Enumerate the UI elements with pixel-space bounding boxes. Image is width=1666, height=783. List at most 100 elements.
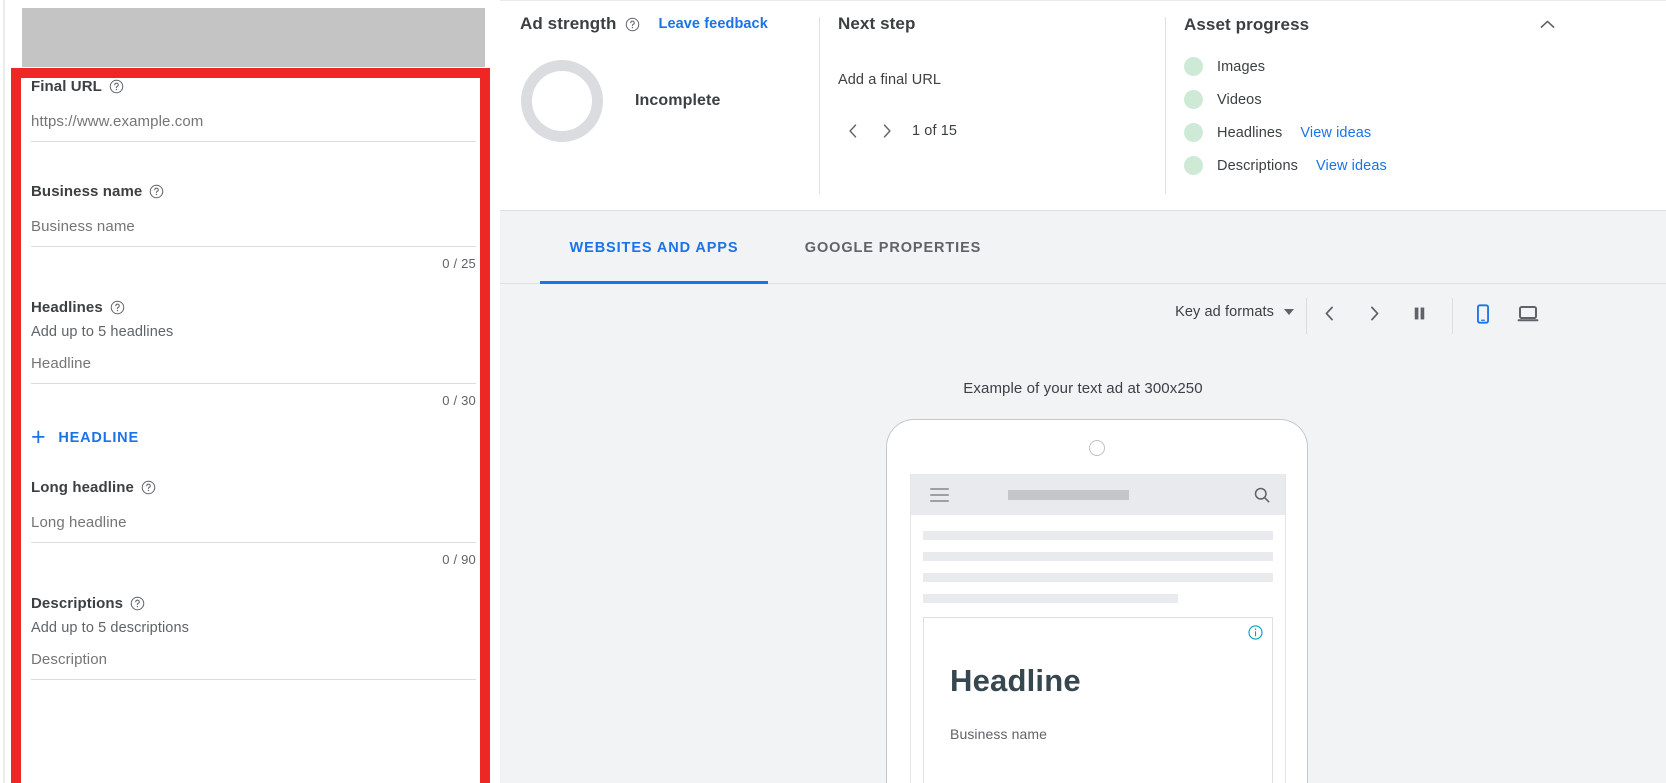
asset-item-label: Headlines xyxy=(1217,124,1283,141)
panel-left-rail xyxy=(3,0,5,783)
tab-websites-and-apps[interactable]: WEBSITES AND APPS xyxy=(540,211,768,284)
asset-item-videos: Videos xyxy=(1184,90,1634,109)
preview-next-button[interactable] xyxy=(1353,295,1395,337)
tab-label: WEBSITES AND APPS xyxy=(569,239,739,256)
business-name-label-text: Business name xyxy=(31,183,143,200)
ad-creative-card: Headline Business name xyxy=(923,617,1273,783)
long-headline-counter: 0 / 90 xyxy=(442,552,476,567)
skeleton-line xyxy=(923,594,1178,603)
toolbar-divider-1 xyxy=(1306,298,1307,334)
ad-preview-stage: Example of your text ad at 300x250 Headl… xyxy=(500,347,1666,783)
field-final-url: Final URL xyxy=(31,78,480,142)
ad-strength-section: Ad strength Leave feedback Incomplete xyxy=(520,14,870,142)
form-fields-container: Final URL Business name 0 / 25 xyxy=(31,78,480,783)
help-circle-icon[interactable] xyxy=(141,480,156,495)
asset-item-headlines: Headlines View ideas xyxy=(1184,123,1634,142)
preview-desktop-button[interactable] xyxy=(1507,295,1549,337)
plus-icon: + xyxy=(31,423,47,451)
final-url-label-text: Final URL xyxy=(31,78,102,95)
headline-input[interactable] xyxy=(31,355,476,384)
key-ad-formats-label: Key ad formats xyxy=(1175,304,1274,320)
next-step-navigation: 1 of 15 xyxy=(838,116,1138,146)
status-dot xyxy=(1184,156,1203,175)
tab-label: GOOGLE PROPERTIES xyxy=(804,239,982,256)
preview-ad-business-name: Business name xyxy=(950,726,1048,742)
asset-item-label: Videos xyxy=(1217,91,1262,108)
chevron-right-icon[interactable] xyxy=(872,116,902,146)
long-headline-label-text: Long headline xyxy=(31,479,134,496)
help-circle-icon[interactable] xyxy=(109,79,124,94)
long-headline-input[interactable] xyxy=(31,514,476,543)
mock-content-skeleton xyxy=(911,515,1285,603)
final-url-input[interactable] xyxy=(31,113,476,142)
headlines-label: Headlines xyxy=(31,299,480,316)
ad-strength-ring xyxy=(521,60,603,142)
help-circle-icon[interactable] xyxy=(149,184,164,199)
asset-item-label: Descriptions xyxy=(1217,157,1298,174)
phone-frame: Headline Business name xyxy=(886,419,1308,783)
asset-item-images: Images xyxy=(1184,57,1634,76)
search-icon xyxy=(1252,485,1272,510)
view-ideas-link-headlines[interactable]: View ideas xyxy=(1300,125,1371,141)
preview-mobile-button[interactable] xyxy=(1462,295,1504,337)
headlines-sub-label: Add up to 5 headlines xyxy=(31,324,174,340)
preview-pause-button[interactable] xyxy=(1398,295,1440,337)
chevron-left-icon[interactable] xyxy=(838,116,868,146)
pause-icon xyxy=(1410,304,1429,328)
long-headline-label: Long headline xyxy=(31,479,480,496)
ad-strength-status: Incomplete xyxy=(635,92,721,109)
asset-progress-list: Images Videos Headlines View ideas Descr… xyxy=(1184,57,1634,175)
help-circle-icon[interactable] xyxy=(110,300,125,315)
page-root: Final URL Business name 0 / 25 xyxy=(0,0,1666,783)
chevron-up-icon[interactable] xyxy=(1537,14,1558,35)
headline-counter: 0 / 30 xyxy=(442,393,476,408)
mobile-device-icon xyxy=(1472,303,1494,330)
help-circle-icon[interactable] xyxy=(625,17,640,32)
descriptions-label: Descriptions xyxy=(31,595,480,612)
field-headlines: Headlines Add up to 5 headlines 0 / 30 +… xyxy=(31,299,480,450)
help-circle-icon[interactable] xyxy=(130,596,145,611)
header-placeholder-block xyxy=(22,8,485,67)
next-step-counter: 1 of 15 xyxy=(912,123,958,139)
asset-item-label: Images xyxy=(1217,58,1266,75)
next-step-title: Next step xyxy=(838,14,916,33)
leave-feedback-link[interactable]: Leave feedback xyxy=(658,16,767,32)
view-ideas-link-descriptions[interactable]: View ideas xyxy=(1316,158,1387,174)
descriptions-label-text: Descriptions xyxy=(31,595,124,612)
descriptions-sub-label: Add up to 5 descriptions xyxy=(31,620,189,636)
key-ad-formats-select[interactable]: Key ad formats xyxy=(1175,304,1294,320)
ad-strength-title: Ad strength Leave feedback xyxy=(520,14,870,34)
summary-divider-2 xyxy=(1165,17,1166,194)
mock-search-field xyxy=(1008,490,1129,500)
add-headline-label: HEADLINE xyxy=(58,429,139,446)
business-name-input[interactable] xyxy=(31,218,476,247)
toolbar-divider-2 xyxy=(1452,298,1453,334)
skeleton-line xyxy=(923,573,1273,582)
field-long-headline: Long headline 0 / 90 xyxy=(31,479,480,567)
tab-google-properties[interactable]: GOOGLE PROPERTIES xyxy=(768,211,1018,284)
preview-prev-button[interactable] xyxy=(1308,295,1350,337)
field-descriptions: Descriptions Add up to 5 descriptions xyxy=(31,595,480,680)
skeleton-line xyxy=(923,552,1273,561)
business-name-label: Business name xyxy=(31,183,480,200)
add-headline-button[interactable]: + HEADLINE xyxy=(31,425,139,450)
next-step-section: Next step Add a final URL 1 of 15 xyxy=(838,14,1138,146)
ad-editor-form-panel: Final URL Business name 0 / 25 xyxy=(0,0,500,783)
preview-ad-headline: Headline xyxy=(950,663,1081,698)
ad-strength-title-text: Ad strength xyxy=(520,14,617,33)
preview-toolbar: Key ad formats xyxy=(500,284,1666,347)
status-dot xyxy=(1184,90,1203,109)
field-business-name: Business name 0 / 25 xyxy=(31,183,480,271)
description-input[interactable] xyxy=(31,651,476,680)
asset-progress-header: Asset progress xyxy=(1184,14,1558,35)
status-dot xyxy=(1184,57,1203,76)
chevron-right-icon xyxy=(1364,303,1385,329)
ad-preview-panel: Ad strength Leave feedback Incomplete Ne… xyxy=(500,0,1666,783)
phone-screen: Headline Business name xyxy=(910,474,1286,783)
headlines-label-text: Headlines xyxy=(31,299,103,316)
info-circle-icon[interactable] xyxy=(1247,624,1264,646)
asset-progress-section: Asset progress Images Videos Headlines V… xyxy=(1184,14,1634,175)
preview-caption: Example of your text ad at 300x250 xyxy=(963,380,1203,397)
chevron-down-icon xyxy=(1284,309,1294,315)
next-step-description: Add a final URL xyxy=(838,72,942,88)
